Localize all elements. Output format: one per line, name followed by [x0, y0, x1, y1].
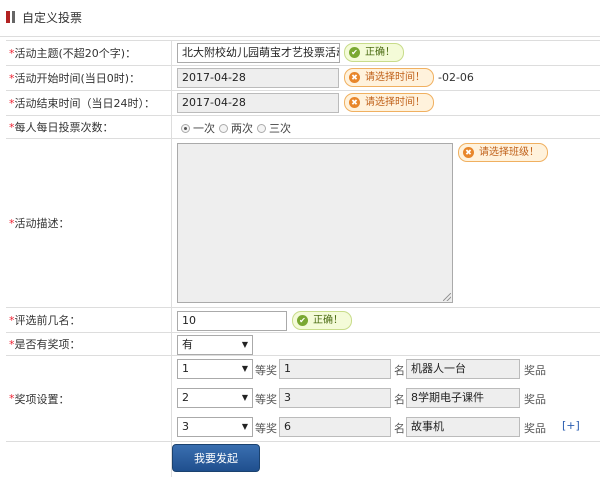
prize-ming-label: 名: [394, 364, 405, 377]
label-topic: * 活动主题(不超20个字)：: [6, 41, 172, 65]
warning-icon: ✖: [463, 147, 474, 158]
prize-level-select[interactable]: 2 ▼: [177, 388, 253, 408]
prize-count-input[interactable]: 6: [279, 417, 391, 437]
title-marker-2: [12, 11, 15, 23]
add-prize-link[interactable]: [+]: [562, 419, 580, 432]
prize-deng-label: 等奖: [255, 393, 277, 406]
row-prizes: * 奖项设置： 1 ▼ 等奖 1 名 机器人一台 奖品 2 ▼ 等奖 3 名 8学期电…: [6, 356, 600, 442]
prize-ming-label: 名: [394, 422, 405, 435]
warning-icon: ✖: [349, 97, 360, 108]
chevron-down-icon: ▼: [241, 393, 248, 402]
label-has-prize: * 是否有奖项：: [6, 333, 172, 355]
prize-item-input[interactable]: 故事机: [406, 417, 520, 437]
label-rank: * 评选前几名：: [6, 308, 172, 332]
row-end-time: * 活动结束时间（当日24时）： 2017-04-28 ✖ 请选择时间！: [6, 91, 600, 116]
prize-jiangpin-label: 奖品: [524, 422, 546, 435]
start-date-tail: -02-06: [438, 71, 474, 84]
prize-count-input[interactable]: 3: [279, 388, 391, 408]
row-description: * 活动描述： ✖ 请选择班级！: [6, 139, 600, 308]
row-daily-votes: * 每人每日投票次数： 一次 两次 三次: [6, 116, 600, 139]
prize-deng-label: 等奖: [255, 364, 277, 377]
rank-ok-tip: ✔ 正确！: [292, 311, 352, 330]
label-prizes: * 奖项设置：: [6, 356, 172, 441]
page-title: 自定义投票: [22, 11, 83, 25]
prize-count-input[interactable]: 1: [279, 359, 391, 379]
check-icon: ✔: [349, 47, 360, 58]
radio-dot: [219, 123, 228, 133]
prize-jiangpin-label: 奖品: [524, 393, 546, 406]
topic-input[interactable]: 北大附校幼儿园萌宝才艺投票活动: [177, 43, 340, 63]
radio-dot: [181, 123, 190, 133]
radio-dot: [257, 123, 266, 133]
rank-input[interactable]: 10: [177, 311, 287, 331]
submit-button[interactable]: 我要发起: [172, 444, 260, 472]
has-prize-select[interactable]: 有 ▼: [177, 335, 253, 355]
radio-thrice[interactable]: 三次: [257, 120, 291, 136]
warning-icon: ✖: [349, 72, 360, 83]
radio-once[interactable]: 一次: [181, 120, 215, 136]
label-start-time: * 活动开始时间(当日0时)：: [6, 66, 172, 90]
row-topic: * 活动主题(不超20个字)： 北大附校幼儿园萌宝才艺投票活动 ✔ 正确！: [6, 41, 600, 66]
page-header: 自定义投票: [0, 0, 600, 37]
label-description: * 活动描述：: [6, 139, 172, 307]
radio-twice[interactable]: 两次: [219, 120, 253, 136]
title-marker: [6, 11, 10, 23]
prize-item-input[interactable]: 机器人一台: [406, 359, 520, 379]
chevron-down-icon: ▼: [241, 340, 248, 349]
start-date-input[interactable]: 2017-04-28: [177, 68, 339, 88]
description-textarea[interactable]: [177, 143, 453, 303]
chevron-down-icon: ▼: [241, 364, 248, 373]
start-warn-tip: ✖ 请选择时间！: [344, 68, 434, 87]
prize-level-select[interactable]: 1 ▼: [177, 359, 253, 379]
label-daily-votes: * 每人每日投票次数：: [6, 116, 172, 138]
vote-form: * 活动主题(不超20个字)： 北大附校幼儿园萌宝才艺投票活动 ✔ 正确！ * 活动开…: [6, 40, 600, 477]
prize-deng-label: 等奖: [255, 422, 277, 435]
end-warn-tip: ✖ 请选择时间！: [344, 93, 434, 112]
prize-ming-label: 名: [394, 393, 405, 406]
end-date-input[interactable]: 2017-04-28: [177, 93, 339, 113]
row-rank: * 评选前几名： 10 ✔ 正确！: [6, 308, 600, 333]
prize-item-input[interactable]: 8学期电子课件: [406, 388, 520, 408]
prize-jiangpin-label: 奖品: [524, 364, 546, 377]
label-empty: [6, 442, 172, 477]
row-has-prize: * 是否有奖项： 有 ▼: [6, 333, 600, 356]
prize-level-select[interactable]: 3 ▼: [177, 417, 253, 437]
chevron-down-icon: ▼: [241, 422, 248, 431]
resize-handle[interactable]: [443, 293, 451, 301]
desc-warn-tip: ✖ 请选择班级！: [458, 143, 548, 162]
row-start-time: * 活动开始时间(当日0时)： 2017-04-28 ✖ 请选择时间！ -02-06: [6, 66, 600, 91]
check-icon: ✔: [297, 315, 308, 326]
topic-ok-tip: ✔ 正确！: [344, 43, 404, 62]
row-submit: [6, 442, 600, 477]
label-end-time: * 活动结束时间（当日24时）：: [6, 91, 172, 115]
